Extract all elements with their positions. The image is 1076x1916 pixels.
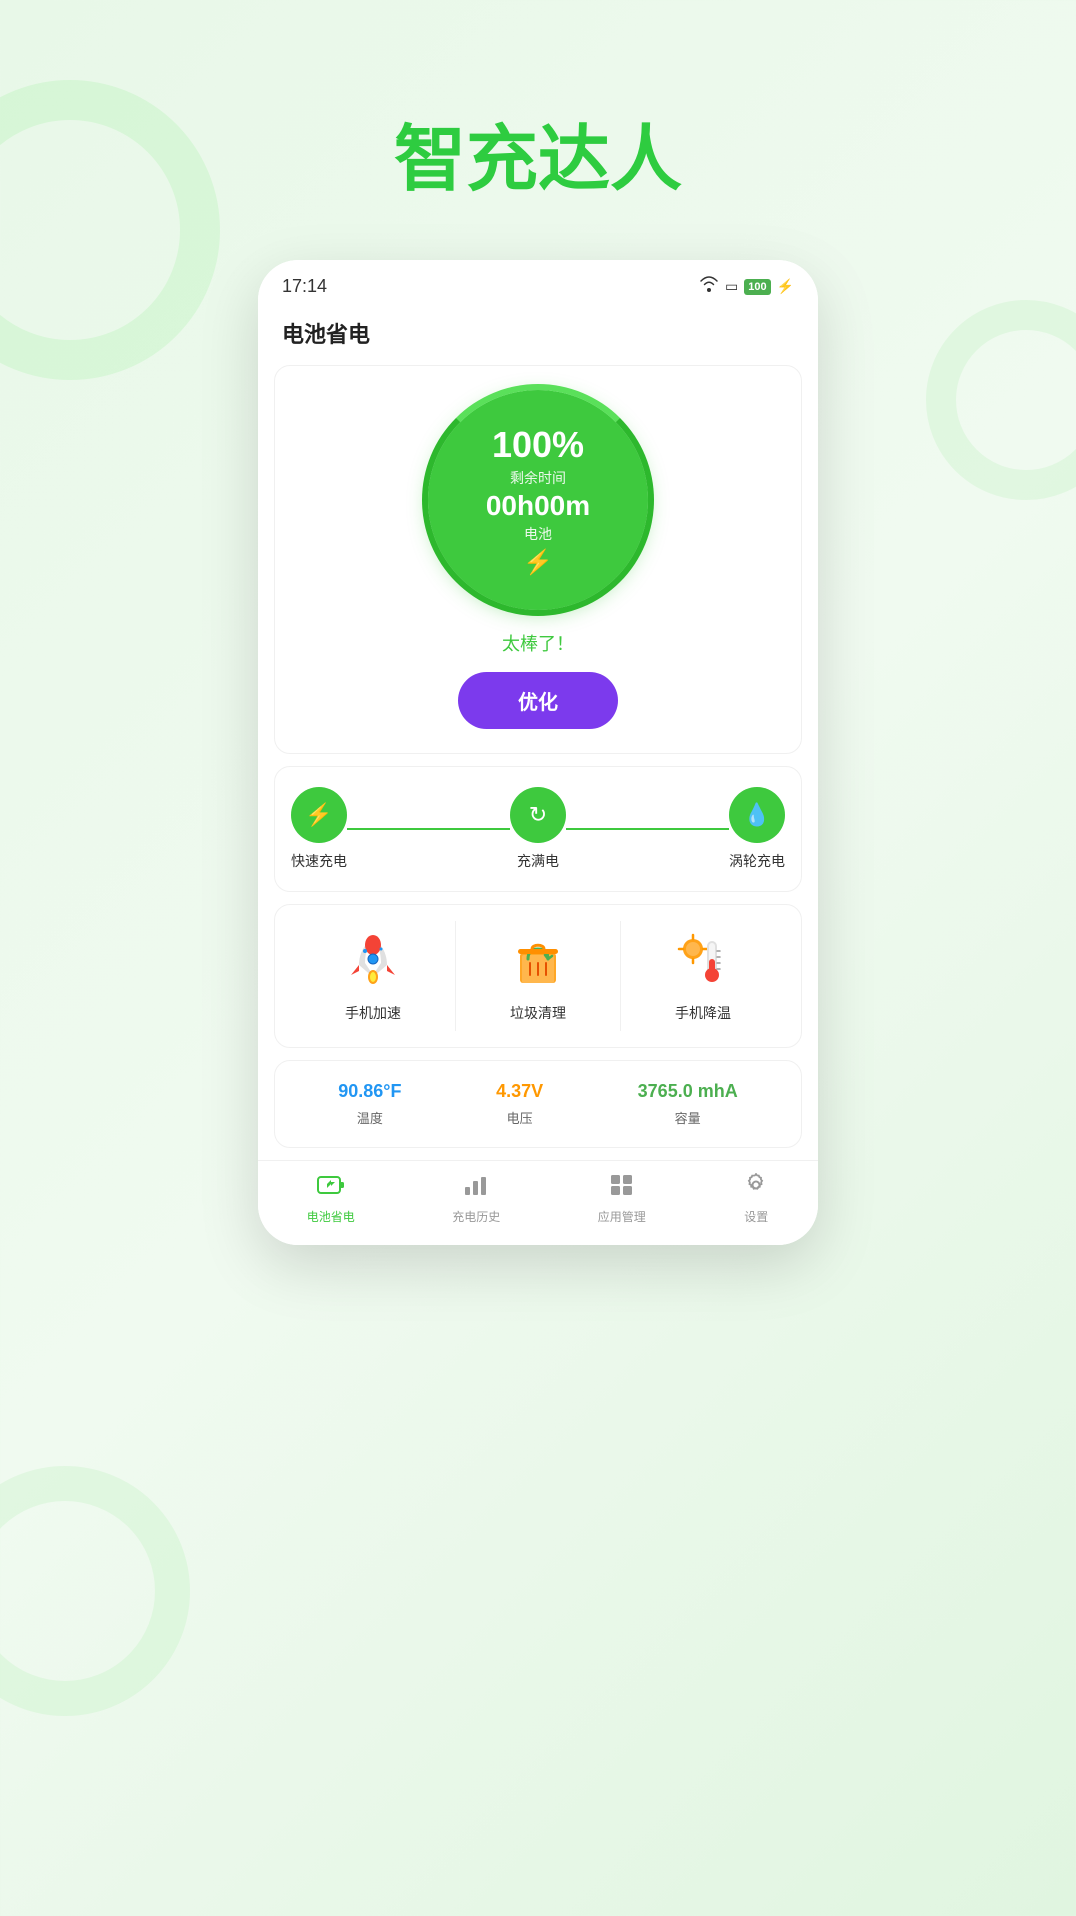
nav-settings[interactable]: 设置 — [743, 1173, 769, 1225]
bg-decoration-3 — [926, 300, 1076, 500]
mode-line-1 — [347, 828, 510, 830]
battery-icon: 100 — [744, 279, 770, 295]
battery-charging-icon — [317, 1173, 345, 1204]
page-header: 电池省电 — [258, 305, 818, 365]
mode-line-2 — [566, 828, 729, 830]
cool-label: 手机降温 — [675, 1003, 731, 1023]
status-icons: ▭ 100 ⚡ — [699, 276, 794, 297]
phone-frame: 17:14 ▭ 100 ⚡ 电池省电 100% 剩余时间 00h00m 电池 ⚡ — [258, 260, 818, 1245]
bg-decoration-1 — [0, 80, 220, 380]
settings-icon — [743, 1173, 769, 1204]
clean-icon-wrap — [506, 929, 570, 993]
temperature-label: 温度 — [357, 1108, 383, 1127]
nav-app-management[interactable]: 应用管理 — [598, 1173, 646, 1225]
mode-item-turbo[interactable]: 💧 涡轮充电 — [729, 787, 785, 871]
status-text: 太棒了！ — [502, 630, 574, 656]
stat-temperature: 90.86°F 温度 — [338, 1081, 401, 1127]
wifi-icon — [699, 276, 719, 297]
capacity-label: 容量 — [675, 1108, 701, 1127]
accelerate-icon-wrap — [341, 929, 405, 993]
battery-percent: 100% — [492, 424, 584, 466]
nav-history-label: 充电历史 — [452, 1208, 500, 1225]
fast-charge-circle: ⚡ — [291, 787, 347, 843]
stats-card: 90.86°F 温度 4.37V 电压 3765.0 mhA 容量 — [274, 1060, 802, 1148]
sim-icon: ▭ — [725, 278, 738, 295]
remaining-label: 剩余时间 — [510, 468, 566, 488]
nav-battery-save[interactable]: 电池省电 — [307, 1173, 355, 1225]
rocket-icon — [343, 931, 403, 991]
bar-chart-icon — [463, 1173, 489, 1204]
fast-charge-label: 快速充电 — [291, 851, 347, 871]
thermometer-icon — [673, 931, 733, 991]
stat-voltage: 4.37V 电压 — [496, 1081, 543, 1127]
turbo-circle: 💧 — [729, 787, 785, 843]
full-charge-icon: ↻ — [529, 802, 547, 828]
tool-item-clean[interactable]: 垃圾清理 — [455, 921, 620, 1031]
battery-main-card: 100% 剩余时间 00h00m 电池 ⚡ 太棒了！ 优化 — [274, 365, 802, 754]
stat-capacity: 3765.0 mhA 容量 — [638, 1081, 738, 1127]
battery-label: 电池 — [524, 524, 552, 544]
app-title: 智充达人 — [394, 100, 682, 205]
full-charge-circle: ↻ — [510, 787, 566, 843]
clean-label: 垃圾清理 — [510, 1003, 566, 1023]
page-title: 电池省电 — [282, 322, 370, 347]
charging-modes: ⚡ 快速充电 ↻ 充满电 💧 涡轮充电 — [291, 787, 785, 871]
usb-icon: ⚡ — [523, 548, 553, 577]
tool-item-accelerate[interactable]: 手机加速 — [291, 921, 455, 1031]
mode-item-fast-charge[interactable]: ⚡ 快速充电 — [291, 787, 347, 871]
bg-decoration-2 — [0, 1466, 190, 1716]
battery-circle: 100% 剩余时间 00h00m 电池 ⚡ — [428, 390, 648, 610]
temperature-value: 90.86°F — [338, 1081, 401, 1102]
bottom-nav: 电池省电 充电历史 应用管理 — [258, 1160, 818, 1245]
nav-charge-history[interactable]: 充电历史 — [452, 1173, 500, 1225]
status-time: 17:14 — [282, 276, 327, 297]
nav-settings-label: 设置 — [744, 1208, 768, 1225]
grid-icon — [609, 1173, 635, 1204]
mode-item-full-charge[interactable]: ↻ 充满电 — [510, 787, 566, 871]
remaining-time: 00h00m — [486, 490, 590, 522]
full-charge-label: 充满电 — [517, 851, 559, 871]
fast-charge-icon: ⚡ — [305, 802, 332, 828]
trash-icon — [508, 931, 568, 991]
voltage-label: 电压 — [507, 1108, 533, 1127]
tools-card: 手机加速 — [274, 904, 802, 1048]
nav-apps-label: 应用管理 — [598, 1208, 646, 1225]
optimize-button[interactable]: 优化 — [458, 672, 618, 729]
status-bar: 17:14 ▭ 100 ⚡ — [258, 260, 818, 305]
accelerate-label: 手机加速 — [345, 1003, 401, 1023]
charging-modes-card: ⚡ 快速充电 ↻ 充满电 💧 涡轮充电 — [274, 766, 802, 892]
bolt-icon: ⚡ — [777, 278, 794, 295]
nav-battery-label: 电池省电 — [307, 1208, 355, 1225]
tool-item-cool[interactable]: 手机降温 — [620, 921, 785, 1031]
capacity-value: 3765.0 mhA — [638, 1081, 738, 1102]
turbo-icon: 💧 — [743, 802, 770, 828]
voltage-value: 4.37V — [496, 1081, 543, 1102]
cool-icon-wrap — [671, 929, 735, 993]
turbo-label: 涡轮充电 — [729, 851, 785, 871]
